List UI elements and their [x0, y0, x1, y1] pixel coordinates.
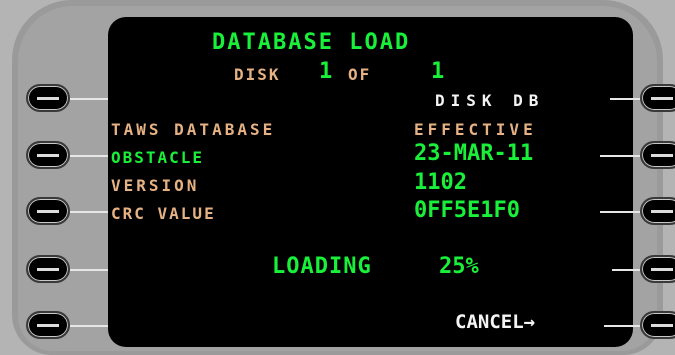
left-leader-line-3: [70, 211, 108, 213]
taws-database-label: TAWS DATABASE: [111, 120, 276, 139]
effective-label: EFFECTIVE: [414, 120, 537, 139]
right-line-select-key-1[interactable]: [640, 84, 675, 112]
loading-label: LOADING: [272, 254, 372, 279]
left-leader-line-5: [70, 325, 108, 327]
page-title: DATABASE LOAD: [212, 30, 411, 55]
left-line-select-key-3[interactable]: [26, 197, 70, 225]
right-leader-line-3: [600, 211, 640, 213]
right-line-select-key-5[interactable]: [640, 311, 675, 339]
version-label: VERSION: [111, 176, 200, 195]
crc-value: 0FF5E1F0: [414, 198, 520, 223]
right-leader-line-5: [604, 325, 640, 327]
left-leader-line-1: [70, 98, 108, 100]
left-leader-line-4: [70, 269, 108, 271]
disk-db-header: DISK DB: [435, 91, 545, 110]
disk-of-label: OF: [348, 65, 372, 84]
left-line-select-key-5[interactable]: [26, 311, 70, 339]
left-leader-line-2: [70, 155, 108, 157]
disk-label: DISK: [234, 65, 281, 84]
right-leader-line-1: [610, 98, 640, 100]
right-line-select-key-2[interactable]: [640, 141, 675, 169]
obstacle-label: OBSTACLE: [111, 148, 205, 167]
left-line-select-key-4[interactable]: [26, 255, 70, 283]
loading-percent: 25%: [439, 254, 479, 279]
effective-date-value: 23-MAR-11: [414, 141, 534, 166]
left-line-select-key-2[interactable]: [26, 141, 70, 169]
cancel-label: CANCEL: [455, 311, 524, 333]
right-line-select-key-4[interactable]: [640, 255, 675, 283]
version-value: 1102: [414, 170, 467, 195]
right-leader-line-4: [612, 269, 640, 271]
arrow-right-icon: →: [523, 311, 536, 333]
cancel-action[interactable]: CANCEL→: [455, 313, 535, 332]
disk-total: 1: [431, 59, 445, 84]
right-line-select-key-3[interactable]: [640, 197, 675, 225]
crc-value-label: CRC VALUE: [111, 204, 216, 223]
disk-current: 1: [319, 59, 333, 84]
right-leader-line-2: [600, 155, 640, 157]
left-line-select-key-1[interactable]: [26, 84, 70, 112]
